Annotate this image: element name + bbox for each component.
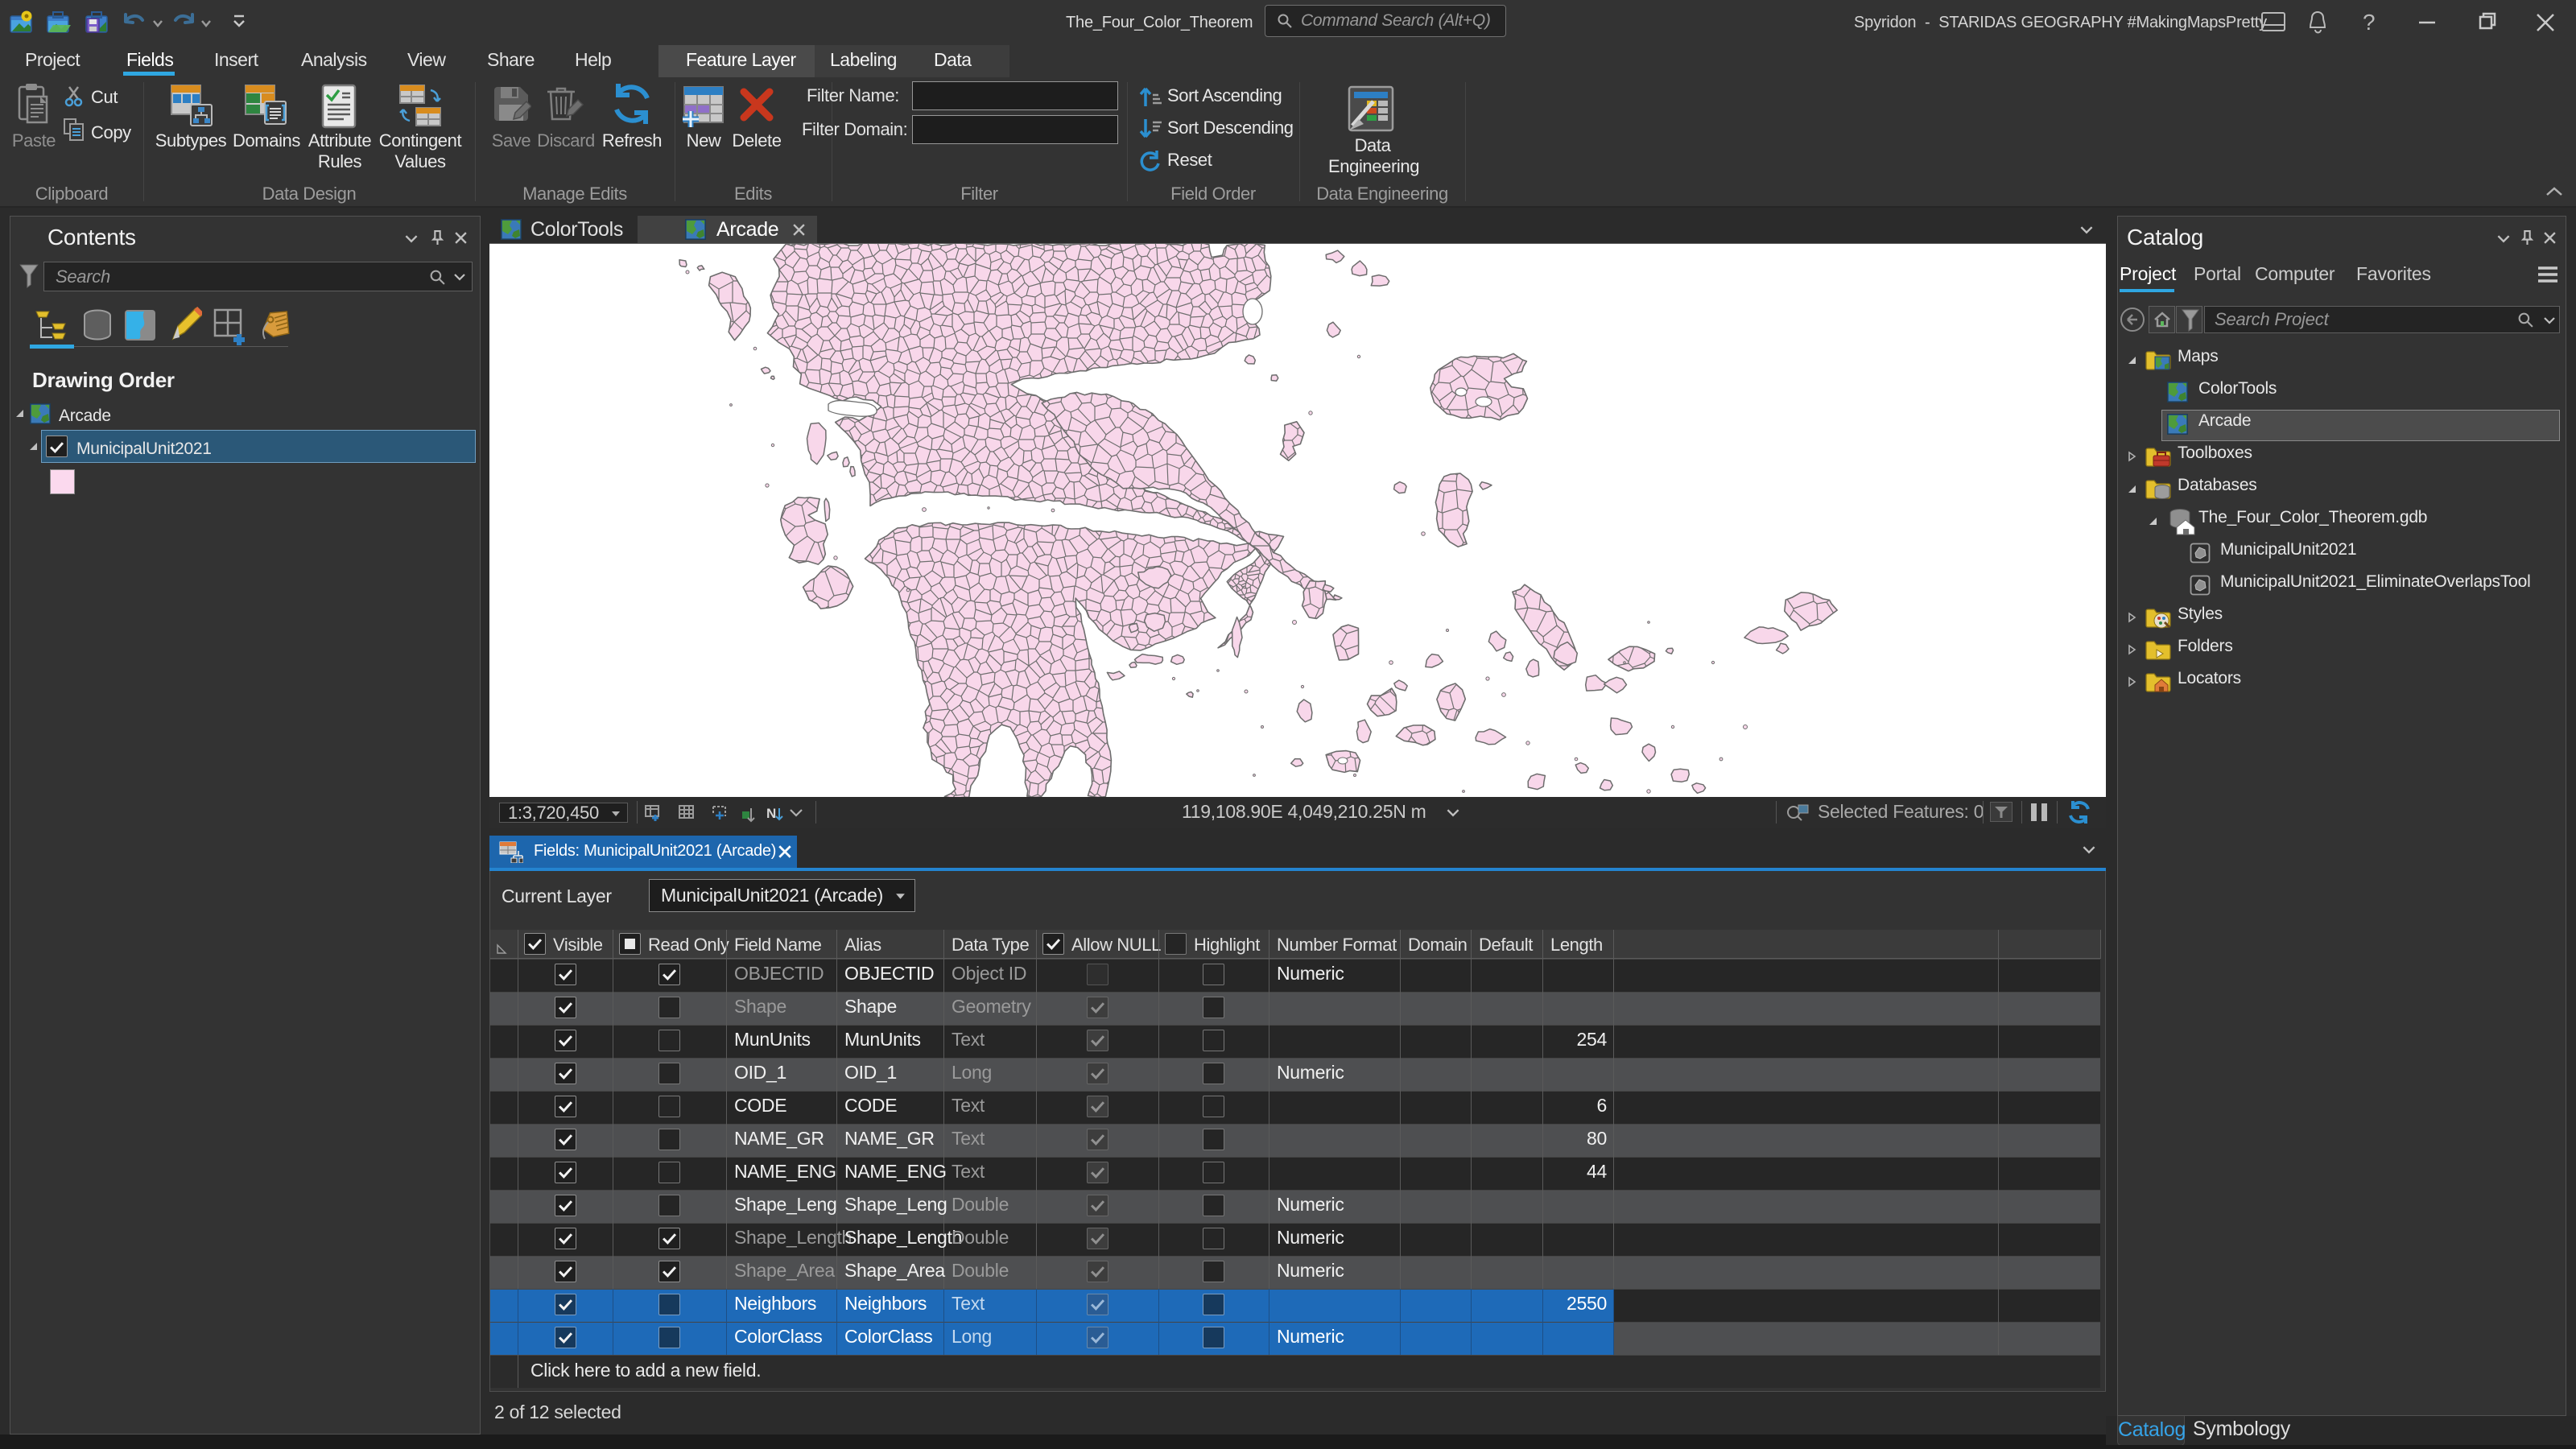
svg-text:?: ? — [2363, 10, 2375, 35]
svg-text:N: N — [766, 806, 776, 821]
